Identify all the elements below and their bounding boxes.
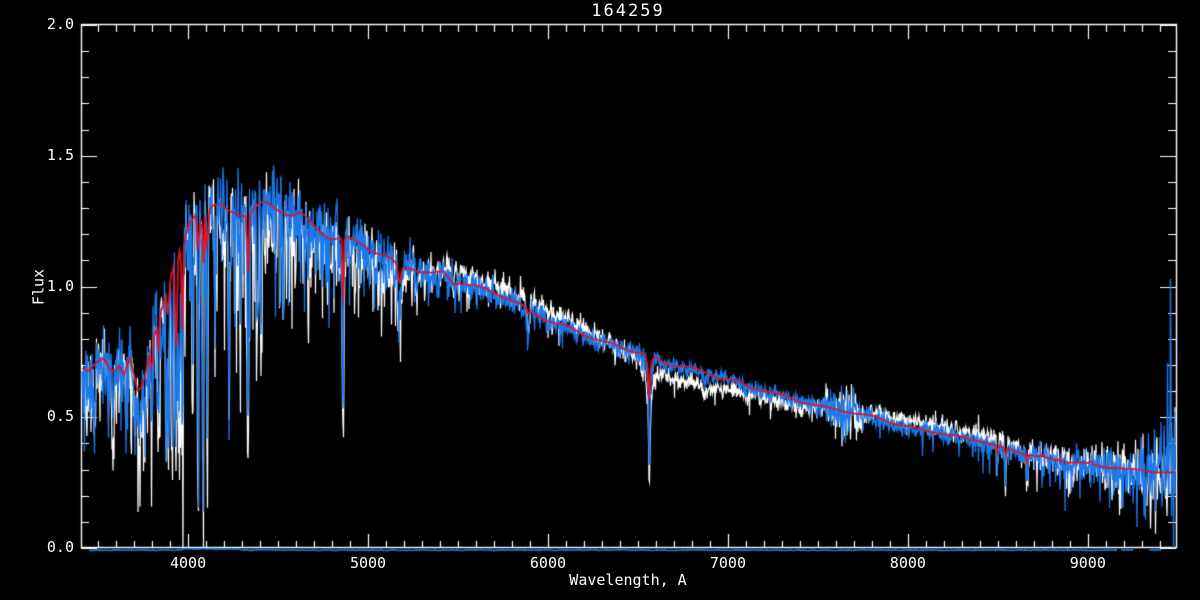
x-tick-label: 9000 (1069, 554, 1106, 572)
spectrum-plot-window: 164259 Wavelength, A Flux 4000 5000 6000 70… (0, 0, 1200, 600)
y-tick-label: 2.0 (46, 15, 74, 33)
x-tick-label: 5000 (349, 554, 387, 572)
y-tick-label: 1.5 (46, 145, 74, 164)
x-tick-label: 4000 (170, 554, 207, 572)
y-tick-label: 0.5 (46, 407, 74, 426)
plot-title: 164259 (591, 1, 665, 21)
x-tick-label: 6000 (529, 554, 567, 572)
y-tick-label: 0.0 (46, 538, 74, 556)
x-tick-label: 7000 (709, 554, 746, 572)
y-tick-label: 1.0 (46, 276, 74, 295)
x-axis-label: Wavelength, A (569, 571, 687, 589)
x-tick-label: 8000 (889, 554, 926, 572)
spectrum-canvas (0, 0, 1200, 600)
